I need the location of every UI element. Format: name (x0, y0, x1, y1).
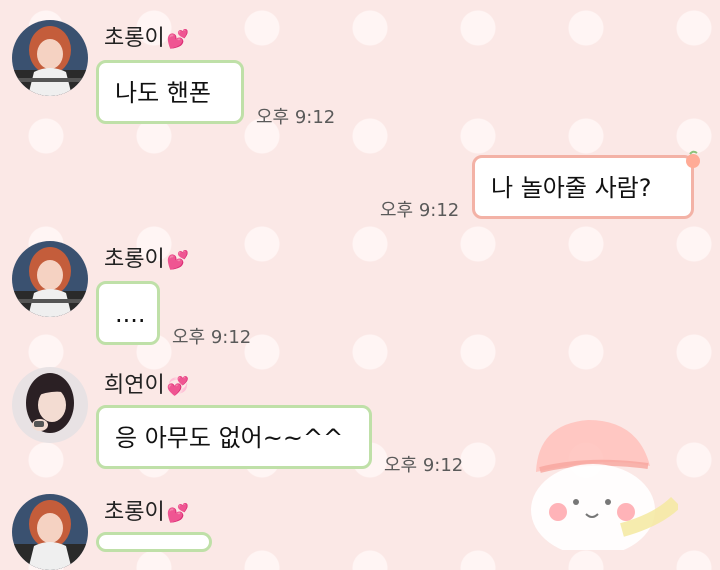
heart-icon: 💕 (166, 29, 190, 50)
timestamp: 오후 9:12 (256, 107, 336, 128)
avatar[interactable] (12, 20, 88, 96)
timestamp: 오후 9:12 (384, 455, 464, 476)
message-bubble[interactable]: 나도 핸폰 (96, 60, 244, 124)
heart-icon: 💕 (166, 503, 190, 524)
character-illustration (531, 420, 678, 550)
sparkle-hearts-icon: 💞 (166, 376, 190, 397)
avatar[interactable] (12, 241, 88, 317)
sender-name: 희연이 💞 (104, 373, 190, 398)
sender-name: 초롱이 💕 (104, 26, 190, 51)
message-bubble[interactable]: 나 놀아줄 사람? (472, 155, 694, 219)
peach-icon (686, 150, 700, 168)
timestamp: 오후 9:12 (172, 327, 252, 348)
sender-name: 초롱이 💕 (104, 247, 190, 272)
sender-name: 초롱이 💕 (104, 500, 190, 525)
message-bubble[interactable]: .... (96, 281, 160, 345)
timestamp: 오후 9:12 (380, 200, 460, 221)
message-bubble[interactable] (96, 532, 212, 552)
avatar[interactable] (12, 494, 88, 570)
heart-icon: 💕 (166, 250, 190, 271)
message-bubble[interactable]: 응 아무도 없어~~^^ (96, 405, 372, 469)
avatar[interactable] (12, 367, 88, 443)
